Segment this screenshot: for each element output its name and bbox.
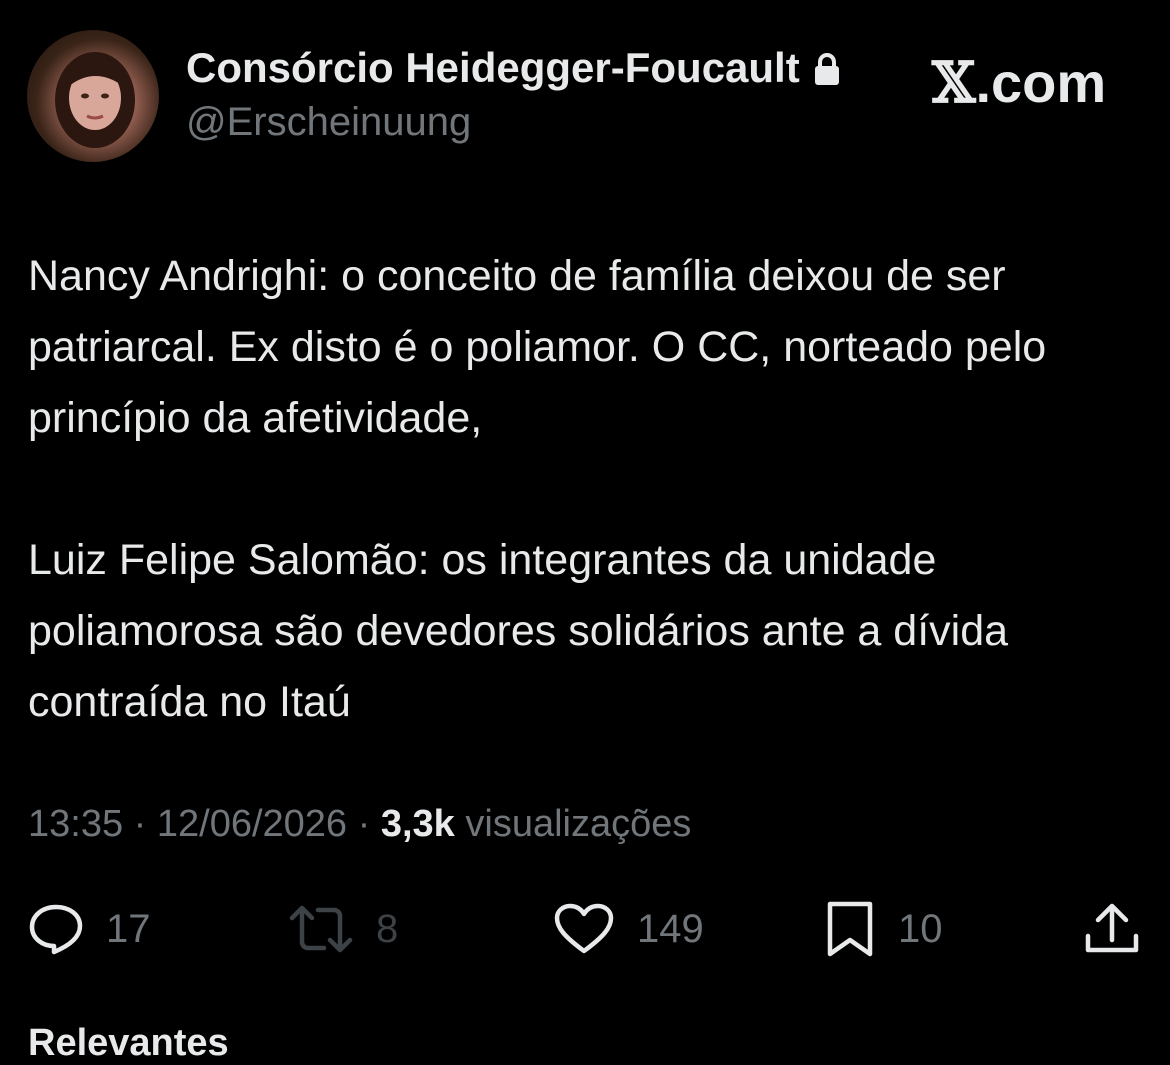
bookmark-icon <box>824 900 876 958</box>
views-count[interactable]: 3,3k <box>381 803 455 845</box>
author-handle[interactable]: @Erscheinuung <box>186 100 471 145</box>
x-logo-icon: 𝕏 <box>932 50 976 116</box>
like-button[interactable]: 149 <box>553 899 704 959</box>
tweet-paragraph: Luiz Felipe Salomão: os integrantes da u… <box>28 536 1009 726</box>
meta-separator: · <box>347 803 381 845</box>
like-count: 149 <box>637 906 704 951</box>
tweet-time[interactable]: 13:35 <box>28 803 123 845</box>
tweet-text: Nancy Andrighi: o conceito de família de… <box>28 241 1148 738</box>
retweet-count: 8 <box>376 906 399 951</box>
tweet-paragraph: Nancy Andrighi: o conceito de família de… <box>28 252 1047 442</box>
views-label[interactable]: visualizações <box>465 803 691 845</box>
replies-section-label[interactable]: Relevantes <box>28 1022 229 1065</box>
lock-icon <box>812 48 842 96</box>
reply-button[interactable]: 17 <box>28 899 151 959</box>
author-display-name[interactable]: Consórcio Heidegger-Foucault <box>186 44 800 91</box>
brand-watermark: 𝕏.com <box>932 50 1106 116</box>
heart-icon <box>553 903 615 955</box>
reply-icon <box>28 903 84 955</box>
share-icon <box>1083 902 1141 956</box>
bookmark-button[interactable]: 10 <box>824 899 943 959</box>
avatar[interactable] <box>27 30 159 162</box>
retweet-icon <box>288 904 354 954</box>
share-button[interactable] <box>1083 899 1141 959</box>
retweet-button[interactable]: 8 <box>288 899 398 959</box>
avatar-photo <box>55 52 135 148</box>
tweet-meta: 13:35 · 12/06/2026 · 3,3k visualizações <box>28 803 691 846</box>
meta-separator: · <box>123 803 157 845</box>
bookmark-count: 10 <box>898 906 943 951</box>
reply-count: 17 <box>106 906 151 951</box>
tweet-date[interactable]: 12/06/2026 <box>157 803 347 845</box>
author-name-row[interactable]: Consórcio Heidegger-Foucault <box>186 44 842 96</box>
brand-domain: .com <box>975 51 1107 114</box>
